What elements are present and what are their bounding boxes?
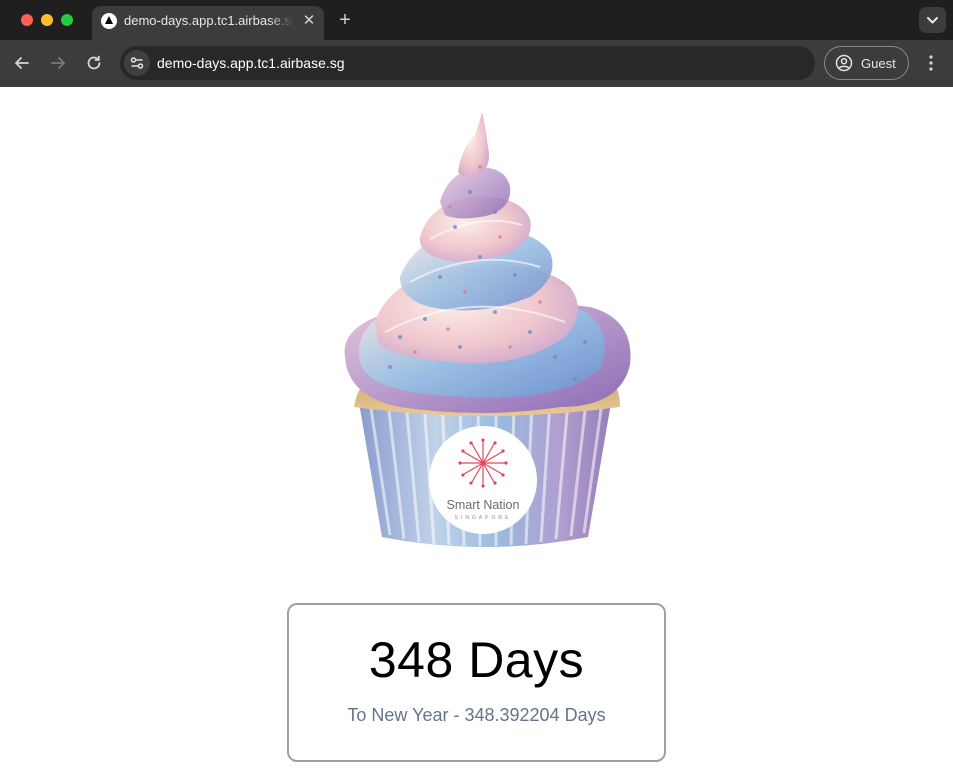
reload-button[interactable] — [83, 52, 105, 74]
page-content: Smart Nation SINGAPORE 348 Days To New Y… — [0, 87, 953, 782]
smart-nation-logo: Smart Nation SINGAPORE — [429, 426, 537, 534]
profile-button[interactable]: Guest — [824, 46, 909, 80]
address-bar[interactable]: demo-days.app.tc1.airbase.sg — [120, 46, 815, 80]
browser-window: demo-days.app.tc1.airbase.sg ✕ + demo-da… — [0, 0, 953, 782]
close-icon[interactable]: ✕ — [300, 12, 318, 30]
tab-search-button[interactable] — [919, 7, 946, 33]
triangle-logo-icon — [101, 13, 117, 29]
countdown-headline: 348 Days — [368, 632, 585, 688]
logo-tagline: SINGAPORE — [455, 515, 512, 521]
countdown-card: 348 Days To New Year - 348.392204 Days — [287, 603, 666, 762]
more-vert-icon — [929, 55, 933, 71]
new-tab-button[interactable]: + — [334, 9, 356, 31]
close-window-button[interactable] — [21, 14, 33, 26]
cupcake-illustration: Smart Nation SINGAPORE — [344, 112, 631, 547]
browser-toolbar: demo-days.app.tc1.airbase.sg Guest — [0, 40, 953, 87]
minimize-window-button[interactable] — [41, 14, 53, 26]
arrow-left-icon — [15, 57, 29, 69]
reload-icon — [87, 55, 101, 70]
tab-title: demo-days.app.tc1.airbase.sg — [124, 13, 294, 28]
account-circle-icon — [835, 54, 853, 72]
zoom-window-button[interactable] — [61, 14, 73, 26]
forward-button[interactable] — [47, 52, 69, 74]
chevron-down-icon — [927, 17, 938, 24]
site-info-button[interactable] — [124, 50, 150, 76]
countdown-subtitle: To New Year - 348.392204 Days — [347, 705, 606, 725]
back-button[interactable] — [11, 52, 33, 74]
tab-strip: demo-days.app.tc1.airbase.sg ✕ + — [0, 0, 953, 40]
url-text: demo-days.app.tc1.airbase.sg — [157, 55, 345, 71]
browser-tab[interactable]: demo-days.app.tc1.airbase.sg ✕ — [92, 6, 324, 40]
arrow-right-icon — [51, 57, 65, 69]
logo-wordmark: Smart Nation — [447, 498, 520, 512]
browser-menu-button[interactable] — [921, 53, 941, 73]
frosting — [344, 112, 631, 413]
tune-icon — [130, 57, 144, 69]
profile-label: Guest — [861, 56, 896, 71]
